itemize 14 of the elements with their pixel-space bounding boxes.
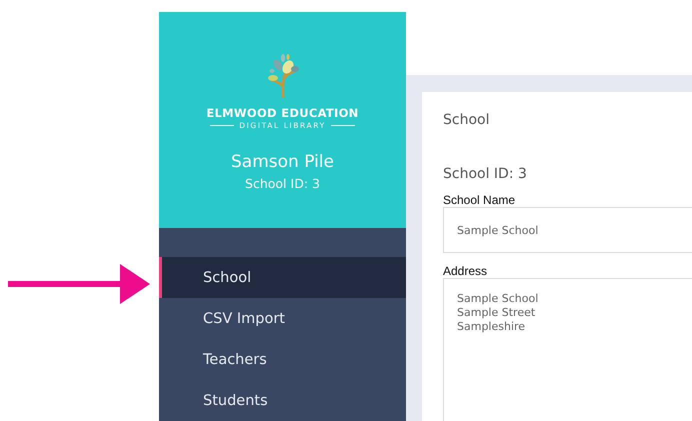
brand-name: ELMWOOD EDUCATION bbox=[206, 106, 359, 120]
nav-item[interactable]: Teachers bbox=[159, 339, 406, 380]
nav-item[interactable]: CSV Import bbox=[159, 298, 406, 339]
textarea-field[interactable]: Sample School Sample Street Sampleshire bbox=[443, 278, 692, 421]
nav-item[interactable]: School bbox=[159, 257, 406, 298]
card-title: School bbox=[443, 112, 490, 128]
field-label: Address bbox=[443, 264, 488, 278]
field-label: School Name bbox=[443, 193, 516, 207]
school-id-heading: School ID: 3 bbox=[443, 166, 528, 182]
user-name: Samson Pile bbox=[231, 152, 334, 172]
school-id-label: School ID: 3 bbox=[245, 176, 320, 191]
tree-logo-icon bbox=[266, 54, 300, 98]
input-field[interactable]: Sample School bbox=[443, 207, 692, 253]
nav-item[interactable]: Students bbox=[159, 380, 406, 421]
